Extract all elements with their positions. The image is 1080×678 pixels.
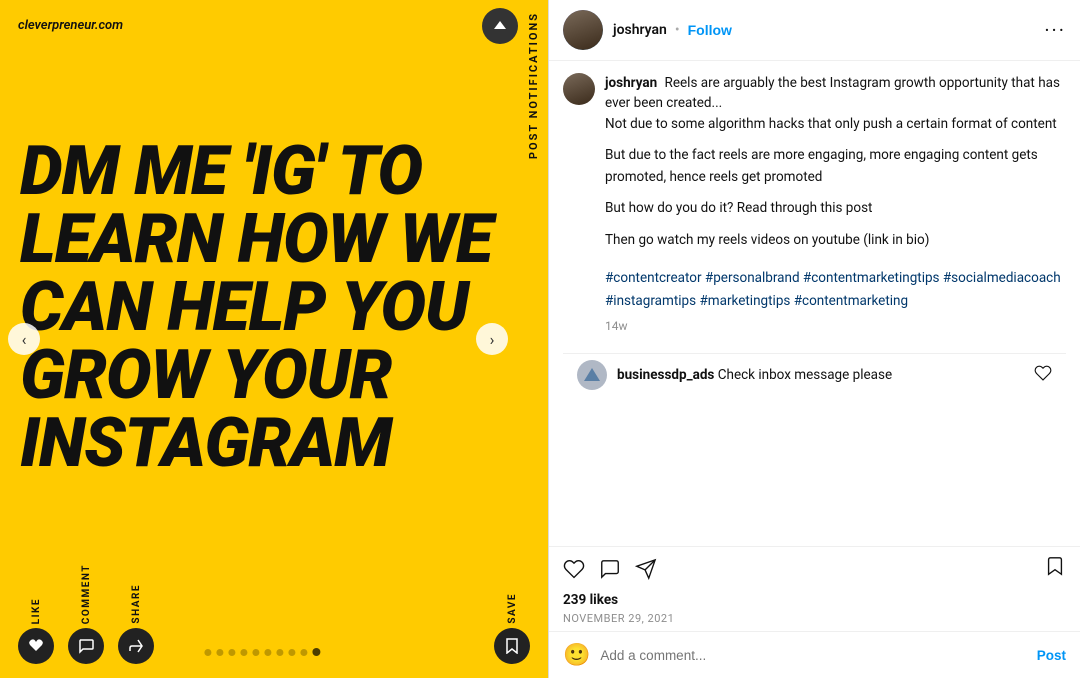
comment-input[interactable] xyxy=(600,648,1026,663)
like-icon-button[interactable] xyxy=(563,558,585,580)
add-comment-row: 🙂 Post xyxy=(549,631,1080,678)
comment-text: businessdp_ads Check inbox message pleas… xyxy=(617,367,892,383)
right-panel: joshryan • Follow ··· joshryan Reels are… xyxy=(548,0,1080,678)
commenter-avatar[interactable] xyxy=(577,360,607,390)
save-label: SAVE xyxy=(507,593,518,624)
dot-3[interactable] xyxy=(228,649,235,656)
bottom-bar: LIKE COMMENT SHARE xyxy=(0,554,548,678)
dot-6[interactable] xyxy=(264,649,271,656)
caption-para-5: Then go watch my reels videos on youtube… xyxy=(605,230,1066,252)
comment-button[interactable] xyxy=(68,628,104,664)
post-date: NOVEMBER 29, 2021 xyxy=(549,610,1080,631)
header-user-info: joshryan • Follow xyxy=(613,22,1044,38)
main-heading: DM ME 'IG' TO LEARN HOW WE CAN HELP YOU … xyxy=(20,137,528,477)
action-icons xyxy=(563,558,1044,580)
caption-text: joshryan Reels are arguably the best Ins… xyxy=(605,73,1066,114)
more-options-icon[interactable]: ··· xyxy=(1044,18,1066,42)
action-buttons: LIKE COMMENT SHARE xyxy=(18,564,154,664)
likes-section: 239 likes xyxy=(549,587,1080,610)
comment-label: COMMENT xyxy=(81,564,92,624)
caption-para-2: Not due to some algorithm hacks that onl… xyxy=(605,114,1066,136)
like-action: LIKE xyxy=(18,598,54,664)
share-icon-button[interactable] xyxy=(635,558,657,580)
hashtags[interactable]: #contentcreator #personalbrand #contentm… xyxy=(605,267,1066,313)
comment-row: businessdp_ads Check inbox message pleas… xyxy=(563,353,1066,396)
caption-area: joshryan Reels are arguably the best Ins… xyxy=(549,61,1080,546)
website-label: cleverpreneur.com xyxy=(18,18,123,33)
header-avatar[interactable] xyxy=(563,10,603,50)
header-username[interactable]: joshryan xyxy=(613,22,667,38)
comment-like-icon[interactable] xyxy=(1034,364,1052,386)
dot-2[interactable] xyxy=(216,649,223,656)
emoji-button[interactable]: 🙂 xyxy=(563,642,590,668)
like-label: LIKE xyxy=(31,598,42,624)
dot-1[interactable] xyxy=(204,649,211,656)
left-panel: cleverpreneur.com POST NOTIFICATIONS DM … xyxy=(0,0,548,678)
like-button[interactable] xyxy=(18,628,54,664)
main-text-block: DM ME 'IG' TO LEARN HOW WE CAN HELP YOU … xyxy=(0,0,548,554)
post-notifications-label: POST NOTIFICATIONS xyxy=(519,0,548,171)
caption-avatar[interactable] xyxy=(563,73,595,105)
commenter-username[interactable]: businessdp_ads xyxy=(617,367,714,383)
nav-right-button[interactable]: › xyxy=(476,323,508,355)
comment-body: Check inbox message please xyxy=(718,367,892,383)
caption-para-4: But how do you do it? Read through this … xyxy=(605,198,1066,220)
nav-left-button[interactable]: ‹ xyxy=(8,323,40,355)
caption-part-1: Reels are arguably the best Instagram gr… xyxy=(605,75,1060,111)
dot-separator: • xyxy=(675,22,680,38)
dot-5[interactable] xyxy=(252,649,259,656)
dot-10[interactable] xyxy=(312,648,320,656)
dot-8[interactable] xyxy=(288,649,295,656)
share-button[interactable] xyxy=(118,628,154,664)
share-label: SHARE xyxy=(131,584,142,624)
share-action: SHARE xyxy=(118,584,154,664)
caption-row: joshryan Reels are arguably the best Ins… xyxy=(563,73,1066,343)
dot-7[interactable] xyxy=(276,649,283,656)
caption-para-3: But due to the fact reels are more engag… xyxy=(605,145,1066,188)
carousel-dots xyxy=(204,648,320,656)
time-ago: 14w xyxy=(605,319,1066,333)
comment-icon-button[interactable] xyxy=(599,558,621,580)
action-bar xyxy=(549,546,1080,587)
comment-action: COMMENT xyxy=(68,564,104,664)
up-arrow-button[interactable] xyxy=(482,8,518,44)
dot-9[interactable] xyxy=(300,649,307,656)
caption-username[interactable]: joshryan xyxy=(605,75,657,91)
bookmark-icon-button[interactable] xyxy=(1044,555,1066,583)
likes-count: 239 likes xyxy=(563,592,618,608)
caption-body: Not due to some algorithm hacks that onl… xyxy=(605,114,1066,268)
caption-content: joshryan Reels are arguably the best Ins… xyxy=(605,73,1066,343)
post-comment-button[interactable]: Post xyxy=(1037,648,1066,663)
save-action: SAVE xyxy=(494,593,530,664)
save-button[interactable] xyxy=(494,628,530,664)
follow-button[interactable]: Follow xyxy=(688,22,732,38)
post-header: joshryan • Follow ··· xyxy=(549,0,1080,61)
dot-4[interactable] xyxy=(240,649,247,656)
